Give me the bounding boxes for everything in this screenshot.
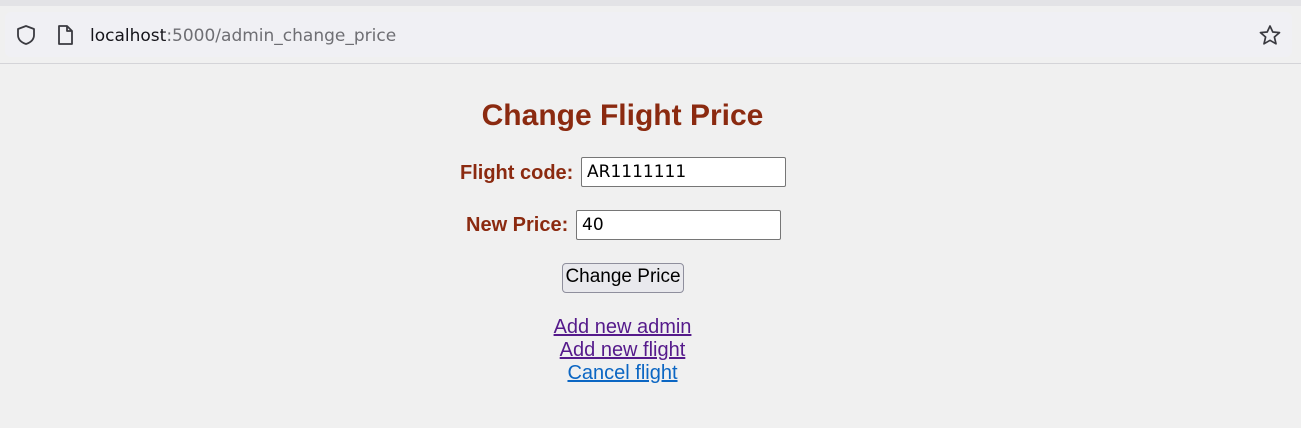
page-title: Change Flight Price xyxy=(481,99,764,132)
new-price-label: New Price: xyxy=(466,214,569,236)
add-new-admin-link[interactable]: Add new admin xyxy=(0,316,1245,339)
change-price-button[interactable]: Change Price xyxy=(562,263,684,293)
url-text[interactable]: localhost:5000/admin_change_price xyxy=(90,25,396,47)
browser-top-strip xyxy=(0,0,1301,6)
new-price-input[interactable]: 40 xyxy=(576,210,781,240)
cancel-flight-link[interactable]: Cancel flight xyxy=(0,362,1245,385)
url-path: :5000/admin_change_price xyxy=(166,26,397,46)
bookmark-star-icon[interactable] xyxy=(1258,24,1282,46)
shield-icon[interactable] xyxy=(15,24,37,46)
url-host: localhost xyxy=(90,26,167,46)
flight-code-label: Flight code: xyxy=(460,162,574,184)
add-new-flight-link[interactable]: Add new flight xyxy=(0,339,1245,362)
page-icon xyxy=(58,25,73,45)
toolbar-divider xyxy=(0,63,1301,64)
flight-code-input[interactable]: AR1111111 xyxy=(581,157,786,187)
admin-links: Add new admin Add new flight Cancel flig… xyxy=(0,316,1245,385)
